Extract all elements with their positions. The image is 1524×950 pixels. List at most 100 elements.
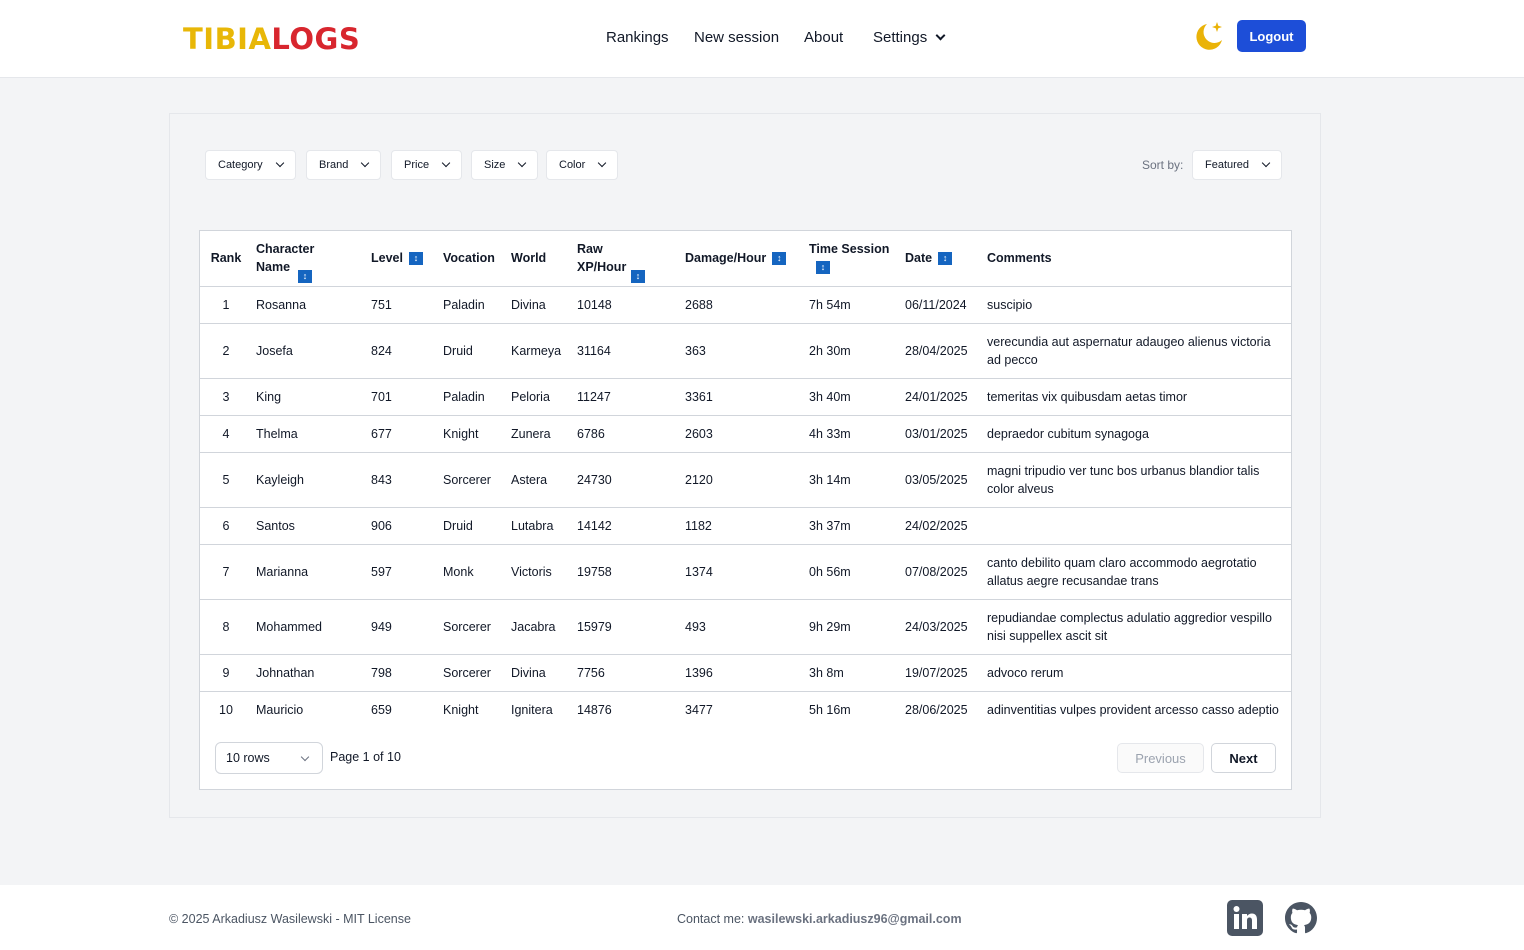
cell-time: 3h 14m: [805, 452, 901, 508]
cell-comments: adinventitias vulpes provident arcesso c…: [987, 702, 1279, 717]
column-header-vocation: Vocation: [439, 231, 507, 287]
cell-damage: 2603: [681, 415, 805, 453]
cell-name: Santos: [252, 507, 367, 545]
cell-rank: 1: [200, 286, 252, 324]
sort-select-value: Featured: [1205, 159, 1250, 171]
contact-text: Contact me: wasilewski.arkadiusz96@gmail…: [677, 912, 962, 926]
column-header-character-name[interactable]: Character Name↕: [252, 231, 367, 287]
cell-world: Zunera: [507, 415, 573, 453]
rows-per-page-value: 10 rows: [226, 751, 270, 765]
sort-arrows-icon[interactable]: ↕: [631, 270, 645, 284]
rows-per-page-select[interactable]: 10 rows: [215, 742, 323, 774]
cell-name: King: [252, 378, 367, 416]
cell-comments: [983, 507, 1291, 545]
table-row: 9 Johnathan 798 Sorcerer Divina 7756 1396 3h 8m…: [200, 654, 1291, 692]
sort-arrows-icon[interactable]: ↕: [938, 252, 953, 266]
cell-date: 07/08/2025: [901, 544, 983, 600]
cell-date: 19/07/2025: [901, 654, 983, 692]
cell-name: Mohammed: [252, 599, 367, 655]
cell-date: 28/06/2025: [905, 702, 968, 717]
table-row: 2 Josefa 824 Druid Karmeya 31164 363 2h 30m 28/0…: [200, 323, 1291, 379]
sort-arrows-icon[interactable]: ↕: [408, 252, 423, 266]
logo[interactable]: TIBIALOGS: [183, 22, 360, 56]
cell-level: 906: [367, 507, 439, 545]
cell-rank: 4: [200, 415, 252, 453]
sort-arrows-icon[interactable]: ↕: [816, 261, 830, 275]
cell-damage: 3361: [681, 378, 805, 416]
column-header-date[interactable]: Date ↕: [901, 231, 983, 287]
rankings-card: Category Brand Price Size Color Sort by:…: [169, 113, 1321, 818]
cell-level: 751: [367, 286, 439, 324]
cell-vocation: Paladin: [439, 286, 507, 324]
cell-level: 798: [367, 654, 439, 692]
cell-rank: 6: [200, 507, 252, 545]
column-header-world: World: [507, 231, 573, 287]
cell-comments: repudiandae complectus adulatio aggredio…: [983, 599, 1291, 655]
cell-vocation: Knight: [439, 415, 507, 453]
contact-email-link[interactable]: wasilewski.arkadiusz96@gmail.com: [748, 912, 962, 926]
cell-name: Rosanna: [252, 286, 367, 324]
filter-brand[interactable]: Brand: [306, 150, 382, 180]
logo-part-2: LOGS: [271, 22, 361, 56]
sort-arrows-icon[interactable]: ↕: [298, 270, 312, 284]
table-body: 1 Rosanna 751 Paladin Divina 10148 2688 7h 54m 0…: [200, 286, 1291, 728]
cell-damage: 1374: [681, 544, 805, 600]
cell-level: 824: [367, 323, 439, 379]
filter-price[interactable]: Price: [391, 150, 463, 180]
sort-select[interactable]: Featured: [1192, 150, 1283, 180]
cell-world: Astera: [507, 452, 573, 508]
column-header-level[interactable]: Level ↕: [367, 231, 439, 287]
rankings-table: Rank Character Name↕ Level ↕ Vocation Wor…: [200, 231, 1291, 728]
filter-color[interactable]: Color: [546, 150, 619, 180]
cell-damage: 2120: [681, 452, 805, 508]
previous-page-button[interactable]: Previous: [1117, 743, 1204, 773]
footer: © 2025 Arkadiusz Wasilewski - MIT Licens…: [0, 885, 1524, 950]
table-row: 5 Kayleigh 843 Sorcerer Astera 24730 2120 3h 14…: [200, 452, 1291, 508]
sort-arrows-icon[interactable]: ↕: [772, 252, 787, 266]
table-row: 1 Rosanna 751 Paladin Divina 10148 2688 7h 54m 0…: [200, 286, 1291, 324]
column-header-damage-hour[interactable]: Damage/Hour ↕: [681, 231, 805, 287]
cell-damage: 493: [681, 599, 805, 655]
chevron-down-icon: [300, 752, 310, 762]
chevron-down-icon: [518, 158, 527, 168]
column-header-time-session[interactable]: Time Session ↕: [805, 231, 901, 287]
linkedin-icon[interactable]: [1227, 900, 1263, 936]
github-icon[interactable]: [1285, 902, 1317, 934]
cell-rank: 8: [200, 599, 252, 655]
cell-damage: 1396: [681, 654, 805, 692]
chevron-down-icon: [275, 158, 284, 168]
filter-size[interactable]: Size: [471, 150, 539, 180]
cell-rank: 9: [200, 654, 252, 692]
chevron-down-icon: [441, 158, 451, 168]
filter-color-label: Color: [559, 159, 586, 171]
nav-about[interactable]: About: [804, 29, 843, 46]
cell-time: 3h 40m: [805, 378, 901, 416]
filter-category-label: Category: [218, 159, 263, 171]
nav-new-session[interactable]: New session: [694, 29, 779, 46]
nav-rankings[interactable]: Rankings: [606, 29, 669, 46]
filter-category[interactable]: Category: [205, 150, 296, 180]
nav-settings[interactable]: Settings: [873, 29, 946, 46]
next-page-button[interactable]: Next: [1211, 743, 1276, 773]
cell-comments: verecundia aut aspernatur adaugeo alienu…: [983, 323, 1291, 379]
cell-time: 3h 8m: [805, 654, 901, 692]
cell-date: 06/11/2024: [901, 286, 983, 324]
cell-name: Kayleigh: [252, 452, 367, 508]
cell-date: 24/01/2025: [901, 378, 983, 416]
cell-level: 843: [367, 452, 439, 508]
cell-comments: suscipio: [983, 286, 1291, 324]
column-header-vocation-label: Vocation: [443, 251, 495, 266]
cell-world: Jacabra: [507, 599, 573, 655]
filter-brand-label: Brand: [319, 159, 349, 171]
cell-vocation: Knight: [443, 702, 479, 717]
cell-name: Thelma: [252, 415, 367, 453]
column-header-raw-xp-hour[interactable]: Raw XP/Hour ↕: [573, 231, 681, 287]
cell-time: 9h 29m: [805, 599, 901, 655]
chevron-down-icon: [1261, 158, 1271, 168]
logout-button[interactable]: Logout: [1237, 20, 1306, 52]
moon-star-icon[interactable]: [1190, 19, 1226, 55]
cell-damage: 363: [681, 323, 805, 379]
cell-name: Johnathan: [252, 654, 367, 692]
cell-damage: 1182: [681, 507, 805, 545]
cell-damage: 2688: [681, 286, 805, 324]
